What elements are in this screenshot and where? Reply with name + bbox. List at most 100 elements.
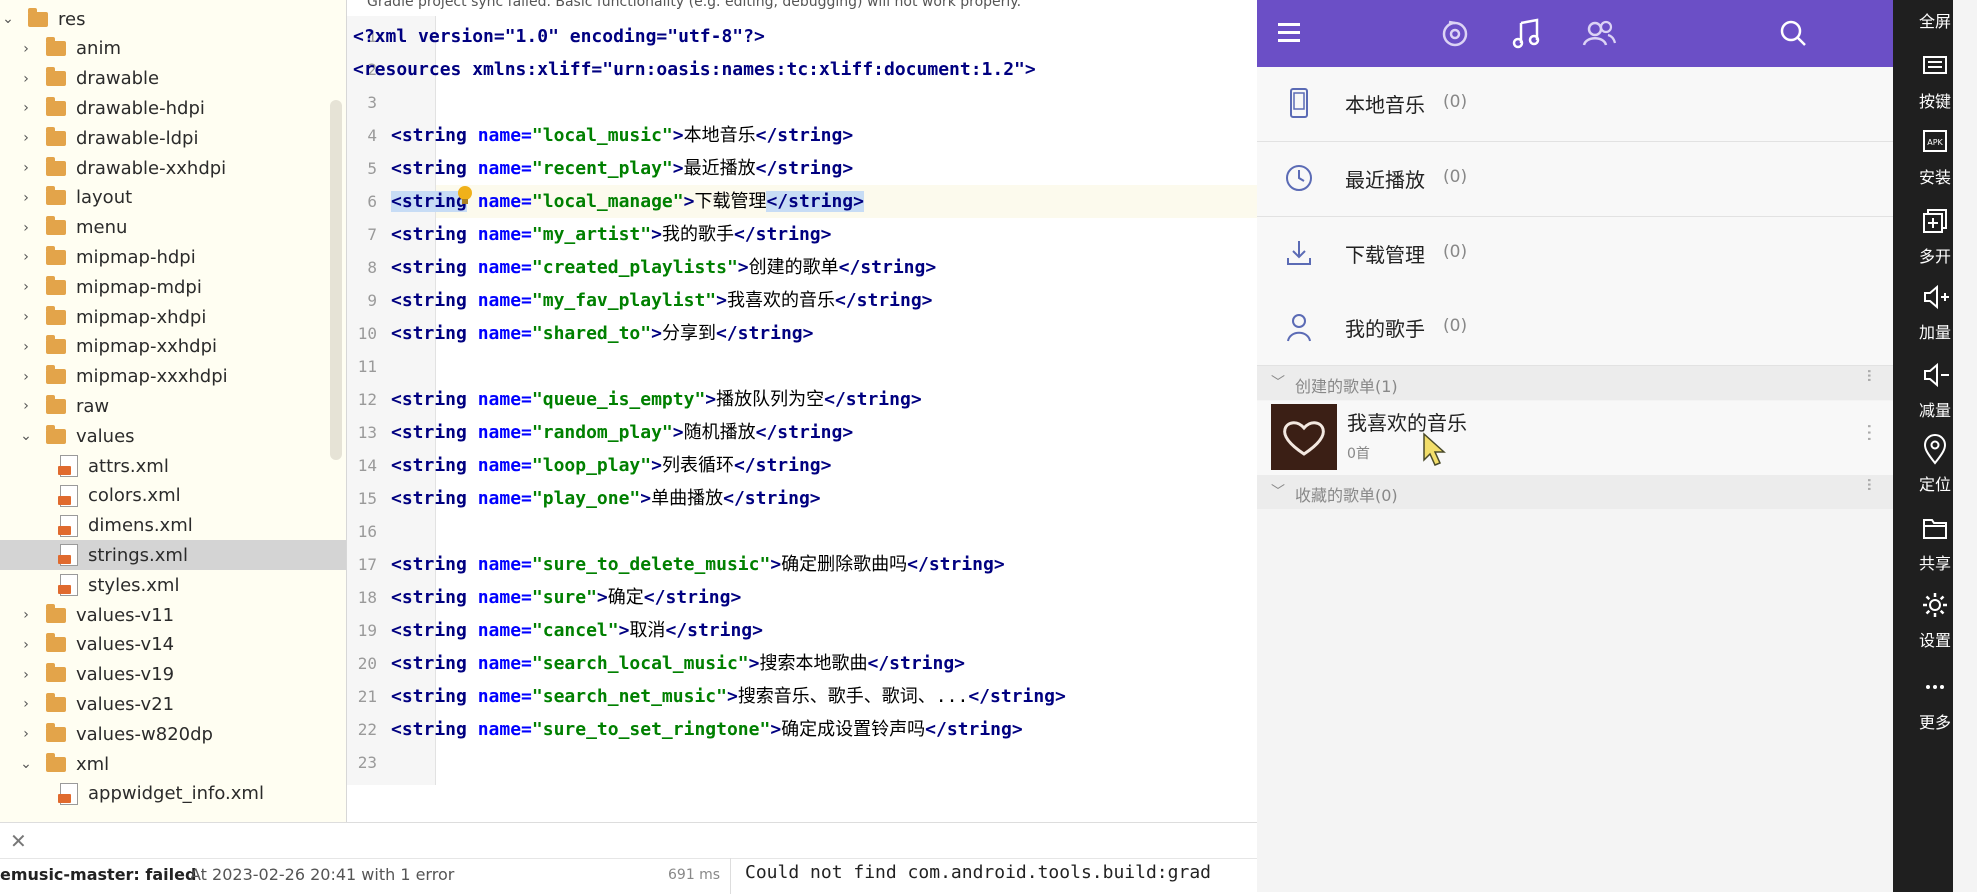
- tree-file[interactable]: colors.xml: [0, 481, 346, 511]
- lightbulb-icon[interactable]: [458, 186, 472, 204]
- chevron-right-icon[interactable]: ›: [18, 607, 34, 623]
- tree-folder[interactable]: › menu: [0, 213, 346, 243]
- music-note-icon[interactable]: [1507, 14, 1547, 62]
- chevron-right-icon[interactable]: ›: [18, 41, 34, 57]
- chevron-down-icon[interactable]: ⌄: [0, 11, 16, 27]
- code-line[interactable]: <string name="my_artist">我的歌手</string>: [391, 218, 832, 251]
- chevron-down-icon[interactable]: ⌄: [18, 428, 34, 444]
- chevron-right-icon[interactable]: ›: [18, 130, 34, 146]
- chevron-right-icon[interactable]: ›: [18, 71, 34, 87]
- code-line[interactable]: <string name="loop_play">列表循环</string>: [391, 449, 832, 482]
- code-token: name=: [477, 719, 532, 740]
- tree-folder[interactable]: › drawable: [0, 64, 346, 94]
- code-line[interactable]: <string name="search_local_music">搜索本地歌曲…: [391, 647, 965, 680]
- tree-file[interactable]: dimens.xml: [0, 511, 346, 541]
- tree-file[interactable]: styles.xml: [0, 570, 346, 600]
- chevron-right-icon[interactable]: ›: [18, 220, 34, 236]
- tree-folder[interactable]: › mipmap-hdpi: [0, 242, 346, 272]
- tree-folder[interactable]: › anim: [0, 34, 346, 64]
- code-line[interactable]: <?xml version="1.0" encoding="utf-8"?>: [353, 20, 765, 53]
- code-line[interactable]: <string name="sure_to_set_ringtone">确定成设…: [391, 713, 1023, 746]
- tree-folder[interactable]: › values-w820dp: [0, 719, 346, 749]
- menu-item[interactable]: 我的歌手 (0): [1257, 291, 1893, 367]
- tree-folder[interactable]: › values-v19: [0, 660, 346, 690]
- xml-file-icon: [58, 574, 78, 597]
- chevron-right-icon[interactable]: ›: [18, 369, 34, 385]
- tree-item-label: values-w820dp: [76, 723, 213, 745]
- tree-folder[interactable]: › layout: [0, 183, 346, 213]
- chevron-right-icon[interactable]: ›: [18, 667, 34, 683]
- code-editor[interactable]: 1 2 3 4 5 6 7 8 9 10 11 12 13 14 15 16 17 18 19 20 21 22 23 Gr…: [347, 0, 1257, 785]
- playlist-item[interactable]: 我喜欢的音乐 0首 ···: [1257, 401, 1893, 475]
- chevron-right-icon[interactable]: ›: [18, 309, 34, 325]
- more-vert-icon[interactable]: ···: [1857, 477, 1881, 490]
- menu-icon[interactable]: [1270, 14, 1310, 62]
- more-vert-icon[interactable]: ···: [1857, 368, 1881, 381]
- code-line[interactable]: <string name="play_one">单曲播放</string>: [391, 482, 821, 515]
- chevron-right-icon[interactable]: ›: [18, 398, 34, 414]
- folder-icon: [46, 305, 66, 325]
- code-line[interactable]: <string name="created_playlists">创建的歌单</…: [391, 251, 936, 284]
- tree-folder[interactable]: › values-v21: [0, 689, 346, 719]
- code-line[interactable]: <string name="sure">确定</string>: [391, 581, 741, 614]
- tree-folder[interactable]: ⌄ res: [0, 4, 346, 34]
- code-line[interactable]: <resources xmlns:xliff="urn:oasis:names:…: [353, 53, 1036, 86]
- menu-item[interactable]: 最近播放 (0): [1257, 141, 1893, 217]
- friends-icon[interactable]: [1579, 14, 1619, 62]
- search-icon[interactable]: [1773, 14, 1813, 62]
- code-line[interactable]: <string name="queue_is_empty">播放队列为空</st…: [391, 383, 922, 416]
- code-line[interactable]: <string name="search_net_music">搜索音乐、歌手、…: [391, 680, 1066, 713]
- tree-folder[interactable]: › mipmap-xhdpi: [0, 302, 346, 332]
- code-line[interactable]: <string name="my_fav_playlist">我喜欢的音乐</s…: [391, 284, 933, 317]
- code-token: "my_fav_playlist": [531, 290, 717, 311]
- tree-folder[interactable]: › raw: [0, 391, 346, 421]
- more-vert-icon[interactable]: ···: [1857, 423, 1881, 442]
- chevron-down-icon[interactable]: ⌄: [18, 756, 34, 772]
- tree-scrollbar[interactable]: [330, 100, 342, 460]
- line-number: 18: [357, 588, 377, 607]
- chevron-right-icon[interactable]: ›: [18, 279, 34, 295]
- tree-item-label: mipmap-mdpi: [76, 276, 202, 298]
- menu-item[interactable]: 下载管理 (0): [1257, 216, 1893, 292]
- chevron-right-icon[interactable]: ›: [18, 160, 34, 176]
- code-line[interactable]: <string name="local_music">本地音乐</string>: [391, 119, 853, 152]
- tree-item-label: menu: [76, 217, 128, 239]
- disc-icon[interactable]: [1435, 14, 1475, 62]
- build-project-status[interactable]: emusic-master: failed: [0, 865, 196, 884]
- tree-folder[interactable]: › mipmap-xxxhdpi: [0, 362, 346, 392]
- tree-file[interactable]: strings.xml: [0, 540, 346, 571]
- build-duration: 691 ms: [668, 867, 721, 883]
- tree-folder[interactable]: ⌄ values: [0, 421, 346, 451]
- collected-playlists-header[interactable]: ﹀ 收藏的歌单(0) ···: [1257, 475, 1893, 509]
- tree-folder[interactable]: › mipmap-mdpi: [0, 272, 346, 302]
- tree-folder[interactable]: › drawable-hdpi: [0, 93, 346, 123]
- chevron-right-icon[interactable]: ›: [18, 249, 34, 265]
- chevron-right-icon[interactable]: ›: [18, 339, 34, 355]
- tree-file[interactable]: attrs.xml: [0, 451, 346, 481]
- tree-file[interactable]: appwidget_info.xml: [0, 779, 346, 809]
- chevron-right-icon[interactable]: ›: [18, 100, 34, 116]
- created-playlists-label: 创建的歌单(1): [1295, 377, 1398, 396]
- chevron-right-icon[interactable]: ›: [18, 190, 34, 206]
- code-line[interactable]: <string name="recent_play">最近播放</string>: [391, 152, 853, 185]
- build-output-bar: emusic-master: failed At 2023-02-26 20:4…: [0, 858, 1257, 894]
- code-line[interactable]: <string name="random_play">随机播放</string>: [391, 416, 853, 449]
- code-line[interactable]: <string name="cancel">取消</string>: [391, 614, 763, 647]
- tree-folder[interactable]: ⌄ xml: [0, 749, 346, 779]
- chevron-right-icon[interactable]: ›: [18, 726, 34, 742]
- menu-item[interactable]: 本地音乐 (0): [1257, 67, 1893, 142]
- created-playlists-header[interactable]: ﹀ 创建的歌单(1) ···: [1257, 366, 1893, 400]
- chevron-right-icon[interactable]: ›: [18, 696, 34, 712]
- chevron-right-icon[interactable]: ›: [18, 637, 34, 653]
- tree-folder[interactable]: › drawable-ldpi: [0, 123, 346, 153]
- tree-folder[interactable]: › mipmap-xxhdpi: [0, 332, 346, 362]
- tree-folder[interactable]: › values-v11: [0, 600, 346, 630]
- code-line[interactable]: <string name="shared_to">分享到</string>: [391, 317, 814, 350]
- code-token: </string>: [838, 257, 937, 278]
- close-icon[interactable]: ✕: [10, 829, 27, 853]
- code-line[interactable]: <string name="sure_to_delete_music">确定删除…: [391, 548, 1005, 581]
- tree-folder[interactable]: › values-v14: [0, 630, 346, 660]
- tree-folder[interactable]: › drawable-xxhdpi: [0, 153, 346, 183]
